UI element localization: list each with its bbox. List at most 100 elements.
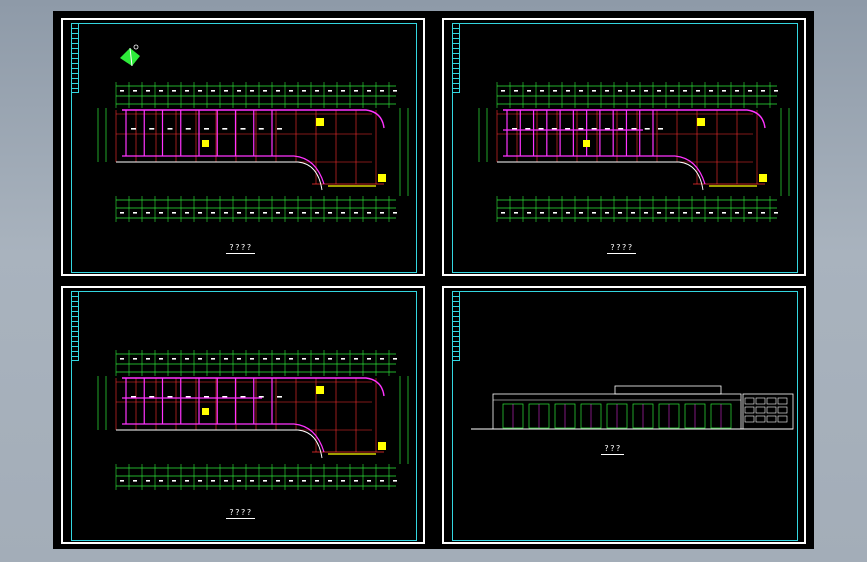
dimension-label — [263, 480, 267, 482]
upper-window — [766, 415, 777, 423]
upper-window — [777, 415, 788, 423]
dimension-label — [315, 358, 319, 360]
dimension-label — [133, 480, 137, 482]
dimension-label — [159, 90, 163, 92]
dimension-label — [683, 212, 687, 214]
dimension-label — [133, 212, 137, 214]
dimension-label — [172, 480, 176, 482]
room-label — [644, 128, 650, 130]
room-label — [222, 128, 228, 130]
room-label — [277, 396, 282, 398]
dimension-label — [618, 90, 622, 92]
room-label — [185, 396, 191, 398]
dimension-label — [670, 90, 674, 92]
dimension-label — [159, 480, 163, 482]
dimension-label — [735, 90, 739, 92]
dimension-label — [341, 480, 345, 482]
dimension-label — [224, 358, 228, 360]
room-label — [149, 396, 155, 398]
dimension-label — [263, 358, 267, 360]
stair-marker — [378, 442, 386, 450]
corridor-wall — [122, 155, 325, 185]
dimension-label — [380, 480, 384, 482]
room-label — [565, 128, 571, 130]
sheet-elevation: ??? — [442, 286, 806, 544]
dimension-label — [696, 90, 700, 92]
plan-caption: ???? — [226, 243, 256, 254]
upper-window — [766, 397, 777, 405]
upper-window — [744, 406, 755, 414]
dimension-label — [592, 90, 596, 92]
dimension-label — [393, 480, 397, 482]
stair-marker — [316, 118, 324, 126]
room-label — [258, 128, 264, 130]
dimension-label — [237, 90, 241, 92]
dimension-label — [631, 90, 635, 92]
dimension-label — [527, 212, 531, 214]
upper-window — [766, 406, 777, 414]
dimension-label — [302, 480, 306, 482]
dimension-label — [393, 212, 397, 214]
dimension-label — [380, 212, 384, 214]
dimension-label — [315, 90, 319, 92]
dimension-label — [146, 480, 150, 482]
dimension-label — [393, 90, 397, 92]
dimension-label — [566, 212, 570, 214]
dimension-label — [367, 358, 371, 360]
dimension-label — [120, 90, 124, 92]
sheet-frame: ???? — [71, 23, 417, 273]
dimension-label — [172, 358, 176, 360]
corridor-wall — [122, 109, 385, 129]
dimension-label — [761, 212, 765, 214]
dimension-label — [527, 90, 531, 92]
room-label — [204, 396, 209, 398]
room-label — [525, 128, 531, 130]
dimension-label — [315, 480, 319, 482]
dimension-label — [722, 90, 726, 92]
dimension-label — [592, 212, 596, 214]
room-label — [222, 396, 228, 398]
dimension-label — [133, 90, 137, 92]
dimension-label — [302, 212, 306, 214]
dimension-label — [709, 212, 713, 214]
room-label — [512, 128, 517, 130]
room-label — [578, 128, 584, 130]
dimension-label — [211, 358, 215, 360]
upper-window — [744, 415, 755, 423]
dimension-label — [276, 90, 280, 92]
dimension-label — [198, 212, 202, 214]
dimension-label — [367, 480, 371, 482]
dimension-label — [289, 90, 293, 92]
dimension-label — [354, 358, 358, 360]
dimension-label — [748, 90, 752, 92]
room-label — [240, 128, 246, 130]
dimension-label — [657, 212, 661, 214]
dimension-label — [761, 90, 765, 92]
dimension-label — [224, 480, 228, 482]
sheet-plan-3: ???? — [61, 286, 425, 544]
sheet-frame: ??? — [452, 291, 798, 541]
elevation-drawing — [471, 385, 794, 430]
dimension-label — [514, 212, 518, 214]
dimension-label — [302, 358, 306, 360]
dimension-label — [514, 90, 518, 92]
dimension-label — [120, 212, 124, 214]
dimension-label — [289, 212, 293, 214]
dimension-label — [540, 212, 544, 214]
dimension-label — [748, 212, 752, 214]
dimension-label — [120, 480, 124, 482]
upper-window — [755, 397, 766, 405]
room-label — [538, 128, 544, 130]
dimension-label — [185, 212, 189, 214]
dimension-label — [354, 480, 358, 482]
dimension-label — [159, 212, 163, 214]
dimension-label — [198, 90, 202, 92]
dimension-label — [328, 212, 332, 214]
room-label — [185, 128, 191, 130]
dimension-label — [328, 480, 332, 482]
dimension-label — [605, 212, 609, 214]
sheet-frame: ???? — [71, 291, 417, 541]
upper-window — [777, 397, 788, 405]
room-label — [658, 128, 663, 130]
stair-marker — [583, 140, 590, 147]
